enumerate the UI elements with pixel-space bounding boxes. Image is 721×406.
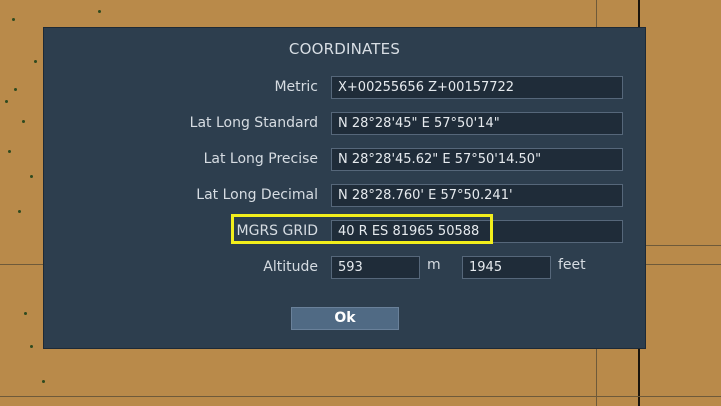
map-terrain-dot <box>30 345 33 348</box>
feet-unit-label: feet <box>558 257 586 273</box>
map-grid-line <box>0 396 721 397</box>
map-grid-line <box>640 245 721 246</box>
map-terrain-dot <box>22 120 25 123</box>
map-terrain-dot <box>8 150 11 153</box>
ok-button[interactable]: Ok <box>291 307 399 330</box>
lat-long-standard-label: Lat Long Standard <box>189 115 318 131</box>
lat-long-decimal-label: Lat Long Decimal <box>196 187 318 203</box>
map-terrain-dot <box>14 88 17 91</box>
meters-unit-label: m <box>427 257 441 273</box>
map-terrain-dot <box>5 100 8 103</box>
metric-label: Metric <box>274 79 318 95</box>
lat-long-precise-field[interactable]: N 28°28'45.62" E 57°50'14.50" <box>331 148 623 171</box>
map-terrain-dot <box>30 175 33 178</box>
metric-field[interactable]: X+00255656 Z+00157722 <box>331 76 623 99</box>
map-terrain-dot <box>98 10 101 13</box>
map-terrain-dot <box>12 18 15 21</box>
dialog-title: COORDINATES <box>288 40 401 58</box>
coordinates-dialog: COORDINATES Metric X+00255656 Z+00157722… <box>43 27 646 349</box>
lat-long-standard-field[interactable]: N 28°28'45" E 57°50'14" <box>331 112 623 135</box>
mgrs-grid-label: MGRS GRID <box>236 223 318 239</box>
map-terrain-dot <box>34 60 37 63</box>
lat-long-decimal-field[interactable]: N 28°28.760' E 57°50.241' <box>331 184 623 207</box>
map-terrain-dot <box>18 210 21 213</box>
altitude-meters-field[interactable]: 593 <box>331 256 420 279</box>
altitude-feet-field[interactable]: 1945 <box>462 256 551 279</box>
lat-long-precise-label: Lat Long Precise <box>203 151 318 167</box>
mgrs-grid-field[interactable]: 40 R ES 81965 50588 <box>331 220 623 243</box>
altitude-label: Altitude <box>263 259 318 275</box>
map-terrain-dot <box>42 380 45 383</box>
map-terrain-dot <box>24 312 27 315</box>
